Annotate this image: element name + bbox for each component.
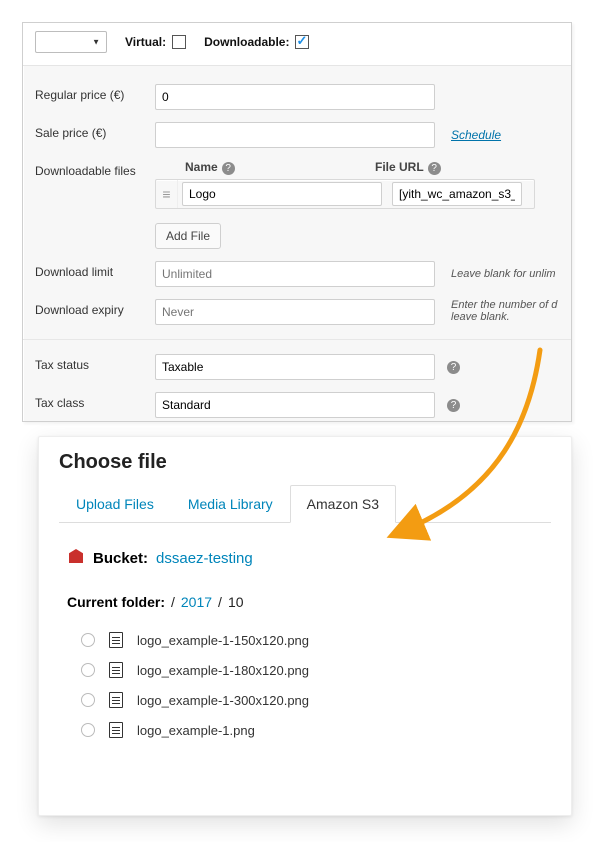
tax-status-label: Tax status bbox=[35, 354, 155, 372]
product-type-select[interactable] bbox=[35, 31, 107, 53]
help-icon[interactable]: ? bbox=[428, 162, 441, 175]
file-name: logo_example-1.png bbox=[137, 723, 255, 738]
tab-media-library[interactable]: Media Library bbox=[171, 485, 290, 523]
file-radio[interactable] bbox=[81, 723, 95, 737]
separator bbox=[23, 339, 572, 340]
file-icon bbox=[109, 662, 123, 678]
regular-price-label: Regular price (€) bbox=[35, 84, 155, 102]
tab-bar: Upload Files Media Library Amazon S3 bbox=[59, 484, 551, 523]
row-download-expiry: Download expiry Enter the number of d le… bbox=[35, 293, 563, 331]
file-radio[interactable] bbox=[81, 693, 95, 707]
regular-price-input[interactable] bbox=[155, 84, 435, 110]
row-downloadable-files: Downloadable files Name? File URL? ≡ Add… bbox=[35, 154, 563, 255]
product-type-row: Virtual: Downloadable: bbox=[23, 23, 571, 66]
download-expiry-label: Download expiry bbox=[35, 299, 155, 317]
help-icon[interactable]: ? bbox=[222, 162, 235, 175]
sale-price-input[interactable] bbox=[155, 122, 435, 148]
file-list: logo_example-1-150x120.png logo_example-… bbox=[81, 632, 551, 738]
tax-status-select[interactable]: Taxable bbox=[155, 354, 435, 380]
download-expiry-input[interactable] bbox=[155, 299, 435, 325]
file-icon bbox=[109, 692, 123, 708]
list-item[interactable]: logo_example-1-300x120.png bbox=[81, 692, 551, 708]
list-item[interactable]: logo_example-1-150x120.png bbox=[81, 632, 551, 648]
download-expiry-hint: Enter the number of d leave blank. bbox=[451, 299, 561, 323]
file-name: logo_example-1-180x120.png bbox=[137, 663, 309, 678]
breadcrumb-year-link[interactable]: 2017 bbox=[181, 594, 212, 610]
bucket-line: Bucket: dssaez-testing bbox=[67, 549, 551, 568]
choose-file-panel: Choose file Upload Files Media Library A… bbox=[38, 436, 572, 816]
downloadable-label: Downloadable: bbox=[204, 35, 289, 49]
drag-handle-icon[interactable]: ≡ bbox=[156, 180, 178, 208]
bucket-icon bbox=[67, 549, 85, 568]
bucket-label: Bucket: bbox=[93, 550, 148, 567]
tab-amazon-s3[interactable]: Amazon S3 bbox=[290, 485, 396, 523]
breadcrumb-slash: / bbox=[218, 594, 222, 610]
schedule-link[interactable]: Schedule bbox=[451, 128, 501, 142]
current-folder-label: Current folder: bbox=[67, 594, 165, 610]
virtual-checkbox[interactable] bbox=[172, 35, 186, 49]
download-limit-label: Download limit bbox=[35, 261, 155, 279]
add-file-button[interactable]: Add File bbox=[155, 223, 221, 249]
row-download-limit: Download limit Leave blank for unlim bbox=[35, 255, 563, 293]
file-radio[interactable] bbox=[81, 633, 95, 647]
file-name-input[interactable] bbox=[182, 182, 382, 206]
row-sale-price: Sale price (€) Schedule bbox=[35, 116, 563, 154]
help-icon[interactable]: ? bbox=[447, 361, 460, 374]
download-limit-input[interactable] bbox=[155, 261, 435, 287]
panel-title: Choose file bbox=[59, 451, 551, 474]
sale-price-label: Sale price (€) bbox=[35, 122, 155, 140]
file-url-input[interactable] bbox=[392, 182, 522, 206]
table-row: ≡ bbox=[155, 179, 535, 209]
col-url-header: File URL? bbox=[375, 160, 535, 175]
breadcrumb-month: 10 bbox=[228, 594, 244, 610]
help-icon[interactable]: ? bbox=[447, 399, 460, 412]
virtual-label: Virtual: bbox=[125, 35, 166, 49]
files-table-head: Name? File URL? bbox=[155, 160, 535, 179]
product-form: Regular price (€) Sale price (€) Schedul… bbox=[23, 66, 571, 422]
breadcrumb-slash: / bbox=[171, 594, 175, 610]
file-icon bbox=[109, 722, 123, 738]
breadcrumb: Current folder: / 2017 / 10 bbox=[67, 594, 551, 610]
file-icon bbox=[109, 632, 123, 648]
tax-class-label: Tax class bbox=[35, 392, 155, 410]
file-name: logo_example-1-300x120.png bbox=[137, 693, 309, 708]
list-item[interactable]: logo_example-1.png bbox=[81, 722, 551, 738]
file-radio[interactable] bbox=[81, 663, 95, 677]
files-table: Name? File URL? ≡ bbox=[155, 160, 535, 209]
tab-upload-files[interactable]: Upload Files bbox=[59, 485, 171, 523]
product-data-panel: Virtual: Downloadable: Regular price (€)… bbox=[22, 22, 572, 422]
downloadable-checkbox[interactable] bbox=[295, 35, 309, 49]
row-tax-status: Tax status Taxable ? bbox=[35, 348, 563, 386]
tax-class-select[interactable]: Standard bbox=[155, 392, 435, 418]
download-limit-hint: Leave blank for unlim bbox=[451, 268, 556, 280]
row-tax-class: Tax class Standard ? bbox=[35, 386, 563, 422]
col-name-header: Name? bbox=[155, 160, 375, 175]
list-item[interactable]: logo_example-1-180x120.png bbox=[81, 662, 551, 678]
file-name: logo_example-1-150x120.png bbox=[137, 633, 309, 648]
bucket-name-link[interactable]: dssaez-testing bbox=[156, 550, 253, 567]
downloadable-files-label: Downloadable files bbox=[35, 160, 155, 178]
row-regular-price: Regular price (€) bbox=[35, 78, 563, 116]
